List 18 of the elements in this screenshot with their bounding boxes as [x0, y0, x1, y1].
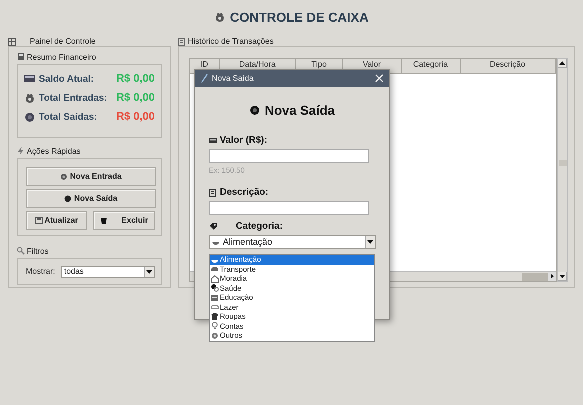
field-label: Descrição:	[220, 187, 269, 198]
dialog-title: Nova Saída	[212, 74, 255, 83]
summary-label: Saldo Atual:	[39, 74, 94, 84]
summary-value: R$ 0,00	[116, 92, 155, 104]
app-title: CONTROLE DE CAIXA	[230, 10, 369, 24]
summary-label: Total Entradas:	[39, 92, 108, 104]
field-label: Valor (R$):	[220, 135, 268, 146]
summary-label: Total Saídas:	[39, 112, 98, 122]
panel-title: Histórico de Transações	[188, 37, 274, 46]
summary-value: R$ 0,00	[116, 111, 155, 123]
panel-title: Painel de Controle	[30, 37, 96, 46]
summary-value: R$ 0,00	[116, 73, 155, 85]
filter-label: Mostrar:	[26, 267, 56, 276]
field-label: Categoria:	[236, 221, 283, 232]
section-title: Filtros	[27, 246, 49, 256]
dialog-heading: Nova Saída	[264, 102, 336, 118]
section-title: Resumo Financeiro	[27, 52, 96, 62]
section-title: Ações Rápidas	[27, 146, 81, 156]
